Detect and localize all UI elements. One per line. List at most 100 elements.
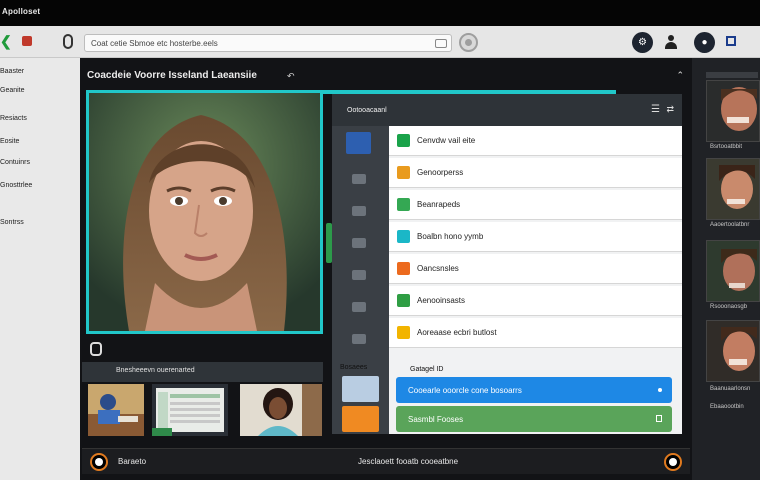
app-list-item[interactable]: Cenvdw vail eite	[389, 126, 682, 156]
dot-icon	[658, 388, 662, 392]
participant-thumbnail[interactable]	[706, 240, 760, 302]
sidebar-item[interactable]: Eosite	[0, 138, 19, 145]
app-list-item[interactable]: Oancsnsles	[389, 254, 682, 284]
app-label: Boalbn hono yymb	[417, 232, 484, 241]
address-bar[interactable]: Coat cetie Sbmoe etc hosterbe.eels	[84, 34, 452, 52]
participant-image	[707, 159, 759, 219]
participant-name: Aaoertoolatbnr	[710, 222, 750, 228]
mic-round-icon[interactable]: ●	[694, 32, 715, 53]
video-tile[interactable]	[86, 90, 323, 334]
main-panel: Coacdeie Voorre Isseland Laeansiie ↶ ⌃ B…	[80, 58, 692, 480]
person-portrait-image	[89, 93, 320, 331]
image-icon[interactable]	[342, 376, 379, 402]
back-chevron-icon[interactable]: ❮	[0, 33, 12, 49]
app-label: Aenooinsasts	[417, 296, 466, 305]
participant-name: Ebaaoootbin	[710, 404, 744, 410]
participant-image	[88, 384, 144, 436]
page-title: Coacdeie Voorre Isseland Laeansiie	[87, 70, 257, 81]
doc-icon[interactable]	[352, 302, 366, 312]
app-list-item[interactable]: Boalbn hono yymb	[389, 222, 682, 252]
folder-icon[interactable]	[352, 206, 366, 216]
participant-thumbnail[interactable]	[88, 384, 144, 436]
apps-panel-title: Ootooacaanl	[347, 107, 387, 114]
close-icon[interactable]: ⇄	[666, 104, 674, 115]
app-list-item[interactable]: Genoorperss	[389, 158, 682, 188]
app-icon	[397, 134, 410, 147]
chat-icon[interactable]	[352, 270, 366, 280]
app-icon	[397, 230, 410, 243]
participant-image	[707, 321, 759, 381]
browser-toolbar: ❮ Coat cetie Sbmoe etc hosterbe.eels ⚙ ●	[0, 26, 760, 58]
sidebar-item[interactable]: Baaster	[0, 68, 24, 75]
window-title-bar: Apolloset	[0, 0, 760, 26]
folder-icon[interactable]	[352, 238, 366, 248]
sidebar-item[interactable]: Sontrss	[0, 219, 24, 226]
participant-thumbnail[interactable]	[706, 80, 760, 142]
footer-center-label: Jesclaoett fooatb cooeatbne	[358, 457, 459, 466]
app-window: Apolloset ❮ Coat cetie Sbmoe etc hosterb…	[0, 0, 760, 480]
end-call-icon[interactable]	[664, 453, 682, 471]
participant-thumbnail[interactable]	[152, 384, 228, 436]
app-label: Aoreaase ecbri butlost	[417, 328, 497, 337]
share-icon[interactable]: ↶	[287, 71, 295, 82]
secondary-action-label: Sasmbl Fooses	[408, 415, 464, 424]
participant-thumbnail[interactable]	[706, 320, 760, 382]
keyboard-icon[interactable]	[435, 39, 447, 48]
call-footer: Baraeto Jesclaoett fooatb cooeatbne	[82, 448, 690, 474]
primary-action-bar[interactable]: Cooearle ooorcle cone bosoarrs	[396, 377, 672, 403]
refresh-icon[interactable]	[459, 33, 478, 52]
app-store-icon[interactable]	[342, 406, 379, 432]
cloud-icon[interactable]	[352, 174, 366, 184]
app-list-item[interactable]: Beanrapeds	[389, 190, 682, 220]
people-icon[interactable]	[352, 334, 366, 344]
app-icon	[397, 326, 410, 339]
hamburger-icon[interactable]: ☰	[651, 104, 660, 115]
app-icon	[397, 166, 410, 179]
participant-name: Rsooonaosgb	[710, 304, 748, 310]
footer-left-label: Baraeto	[118, 457, 147, 466]
window-title: Apolloset	[2, 7, 41, 16]
app-list-item[interactable]: Aenooinsasts	[389, 286, 682, 316]
apps-panel: Ootooacaanl ☰ ⇄ Cenvdw vail eite Genoorp…	[332, 94, 682, 434]
participant-image	[240, 384, 322, 436]
category-label: Bosaees	[340, 364, 368, 371]
secondary-action-bar[interactable]: Sasmbl Fooses	[396, 406, 672, 432]
sidebar-item[interactable]: Gnosttrlee	[0, 182, 32, 189]
gear-icon[interactable]: ⚙	[632, 32, 653, 53]
sidebar-item[interactable]: Geanite	[0, 87, 25, 94]
apps-panel-header: Ootooacaanl ☰ ⇄	[332, 94, 682, 126]
primary-action-label: Cooearle ooorcle cone bosoarrs	[408, 386, 522, 395]
participants-strip-label: Bnesheeevn ouerenarted	[116, 367, 195, 374]
grid-icon[interactable]	[346, 132, 371, 154]
participant-image	[707, 241, 759, 301]
app-icon	[397, 198, 410, 211]
app-list-item[interactable]: Aoreaase ecbri butlost	[389, 318, 682, 348]
app-label: Genoorperss	[417, 168, 464, 177]
sidebar: Baaster Geanite Resiacts Eosite Contuinr…	[0, 58, 80, 480]
app-icon	[397, 294, 410, 307]
sidebar-item[interactable]: Resiacts	[0, 115, 27, 122]
chevron-up-icon[interactable]: ⌃	[676, 70, 684, 81]
square-icon[interactable]	[726, 36, 736, 46]
participant-thumbnail[interactable]	[240, 384, 322, 436]
app-label: Oancsnsles	[417, 264, 459, 273]
app-label: Beanrapeds	[417, 200, 461, 209]
participant-image	[707, 81, 759, 141]
external-link-icon	[656, 415, 662, 422]
mic-icon[interactable]	[63, 34, 73, 49]
record-icon[interactable]	[22, 36, 32, 46]
participant-thumbnail[interactable]	[706, 158, 760, 220]
app-label: Cenvdw vail eite	[417, 136, 476, 145]
participants-column-header	[706, 72, 758, 78]
camera-icon[interactable]	[90, 342, 102, 356]
participant-name: Baanuaarlonsn	[710, 386, 751, 392]
mute-icon[interactable]	[90, 453, 108, 471]
participant-name: Bsrtooatbbit	[710, 144, 743, 150]
user-icon[interactable]	[665, 35, 677, 49]
participants-strip-header: Bnesheeevn ouerenarted	[82, 362, 323, 382]
url-text: Coat cetie Sbmoe etc hosterbe.eels	[91, 39, 218, 48]
participants-column: Bsrtooatbbit Aaoertoolatbnr Rsooonaosgb	[692, 58, 760, 480]
sidebar-item[interactable]: Contuinrs	[0, 159, 30, 166]
app-icon	[397, 262, 410, 275]
main-header: Coacdeie Voorre Isseland Laeansiie ↶ ⌃	[80, 64, 692, 86]
